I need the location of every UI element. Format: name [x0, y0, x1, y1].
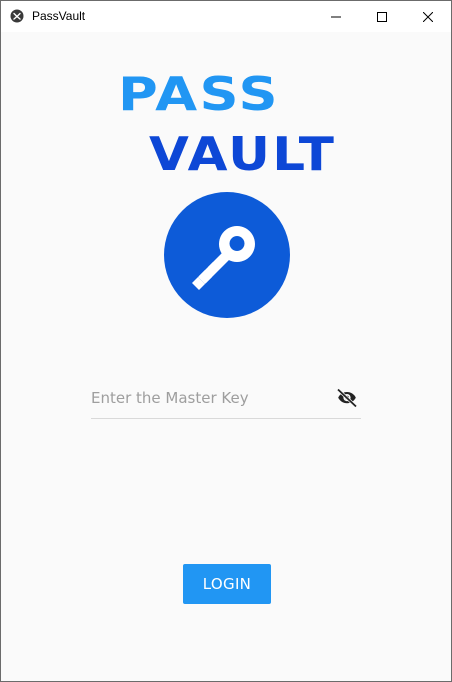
minimize-button[interactable] [313, 1, 359, 32]
app-window: PassVault PASS VAULT LOGIN [0, 0, 452, 682]
maximize-button[interactable] [359, 1, 405, 32]
kivy-icon [10, 9, 24, 23]
title-bar[interactable]: PassVault [1, 1, 451, 32]
login-button[interactable]: LOGIN [183, 564, 271, 604]
logo-vault-text: VAULT [149, 127, 337, 181]
key-icon [164, 192, 290, 318]
close-button[interactable] [405, 1, 451, 32]
login-screen: PASS VAULT LOGIN [1, 32, 451, 681]
close-icon [423, 11, 433, 22]
eye-off-icon[interactable] [335, 386, 359, 410]
maximize-icon [377, 11, 387, 22]
logo-pass-text: PASS [118, 67, 281, 121]
master-key-input[interactable] [91, 378, 331, 418]
window-title: PassVault [32, 9, 86, 23]
input-underline [91, 418, 361, 419]
minimize-icon [331, 16, 341, 17]
